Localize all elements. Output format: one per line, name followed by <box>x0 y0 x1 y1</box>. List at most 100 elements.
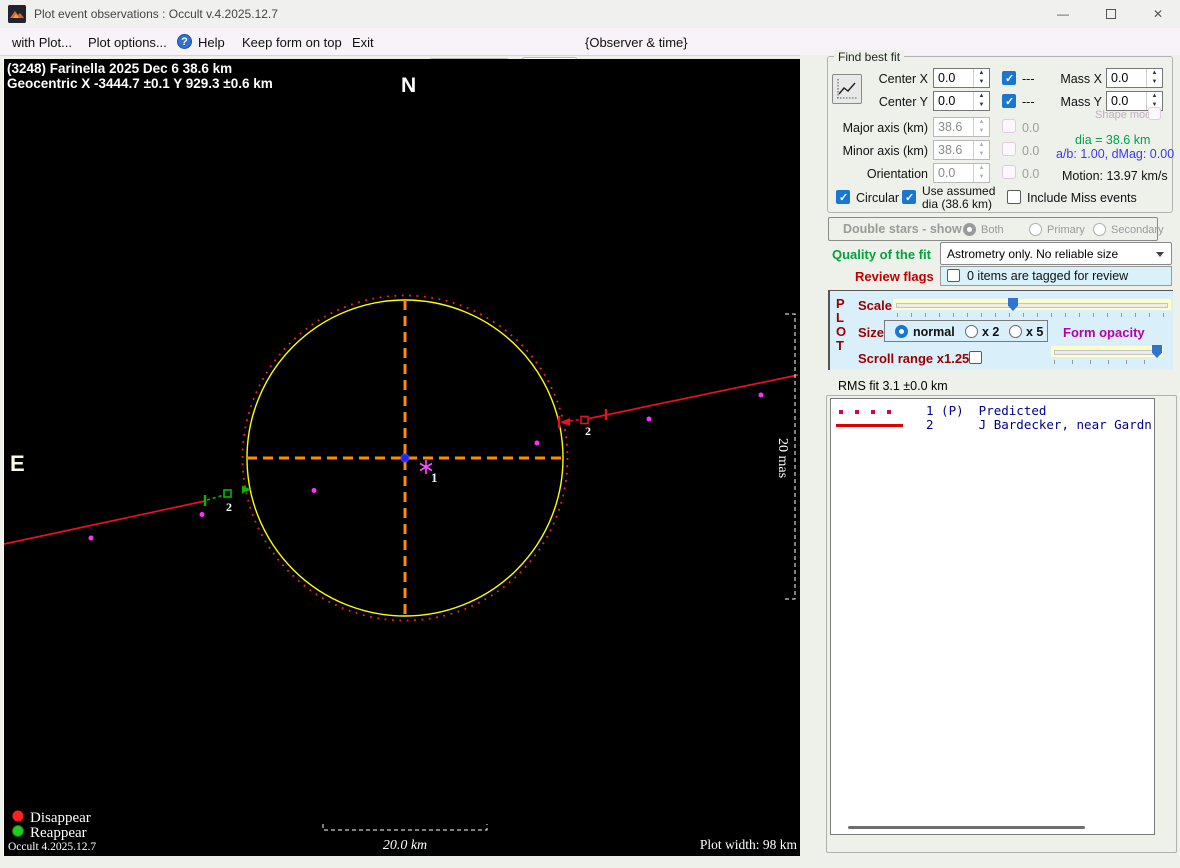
menu-help[interactable]: Help <box>198 35 225 50</box>
form-opacity-ticks <box>1054 360 1162 364</box>
occultation-plot: 1 2 2 20 mas 20.0 km (3248) Farinella 20… <box>4 61 799 853</box>
form-opacity-label: Form opacity <box>1063 325 1145 340</box>
observed-line-swatch <box>836 424 903 427</box>
mass-y-label: Mass Y <box>1060 95 1102 109</box>
observer-list[interactable]: 1 (P) Predicted 2 J Bardecker, near Gard… <box>830 398 1155 835</box>
mass-x-updown[interactable]: ▲ ▼ <box>1146 69 1162 87</box>
find-best-fit-label: Find best fit <box>834 50 905 64</box>
orientation-checkbox <box>1002 165 1016 179</box>
window-title: Plot event observations : Occult v.4.202… <box>34 7 278 21</box>
orientation-label: Orientation <box>866 167 928 181</box>
form-opacity-slider-thumb[interactable] <box>1152 345 1162 358</box>
close-button[interactable]: ✕ <box>1135 0 1180 28</box>
ab-dmag-label: a/b: 1.00, dMag: 0.00 <box>1056 147 1175 161</box>
dia-label: dia = 38.6 km <box>1075 133 1151 147</box>
scale-slider-thumb[interactable] <box>1008 298 1018 311</box>
center-x-spinner[interactable]: 0.0 ▲ ▼ <box>933 68 990 88</box>
circular-checkbox[interactable] <box>836 190 850 204</box>
quality-label: Quality of the fit <box>832 247 931 262</box>
menu-bar: with Plot... Plot options... ? Help Keep… <box>0 28 1180 82</box>
plot-version: Occult 4.2025.12.7 <box>8 841 96 853</box>
review-flags-label: Review flags <box>855 269 934 284</box>
chevron-down-icon <box>1156 252 1164 257</box>
reappear-dot-icon <box>12 825 24 837</box>
plot-letter-o: O <box>836 324 847 339</box>
include-miss-checkbox[interactable] <box>1007 190 1021 204</box>
center-y-suffix: --- <box>1022 95 1035 109</box>
center-y-spinner[interactable]: 0.0 ▲ ▼ <box>933 91 990 111</box>
chord2-disappear-marker <box>557 409 608 428</box>
form-opacity-slider[interactable] <box>1051 345 1163 358</box>
size-normal-radio[interactable] <box>895 325 908 338</box>
mas-scale-label: 20 mas <box>775 438 790 478</box>
down-arrow-icon[interactable]: ▼ <box>974 101 989 110</box>
size-x5-radio[interactable] <box>1009 325 1022 338</box>
legend-disappear: Disappear <box>30 810 91 826</box>
compass-north-label: N <box>401 74 416 97</box>
menu-plot-options[interactable]: Plot options... <box>88 35 167 50</box>
observer-time-label: {Observer & time} <box>585 35 688 50</box>
center-x-suffix: --- <box>1022 72 1035 86</box>
scale-label: Scale <box>858 298 892 313</box>
major-axis-checkbox <box>1002 119 1016 133</box>
quality-select[interactable]: Astrometry only. No reliable size <box>940 242 1172 265</box>
maximize-button[interactable] <box>1088 0 1134 28</box>
orientation-aux: 0.0 <box>1022 167 1040 181</box>
plot-letter-p: P <box>836 296 845 311</box>
up-arrow-icon[interactable]: ▲ <box>1147 69 1162 78</box>
down-arrow-icon[interactable]: ▼ <box>974 78 989 87</box>
size-x5-label: x 5 <box>1026 325 1044 339</box>
double-both-radio <box>963 223 976 236</box>
orientation-spinner: 0.0 ▲ ▼ <box>933 163 990 183</box>
predicted-line-swatch <box>839 410 903 414</box>
scale-slider-ticks <box>897 313 1169 317</box>
center-x-checkbox[interactable] <box>1002 71 1016 85</box>
up-arrow-icon[interactable]: ▲ <box>974 69 989 78</box>
center-y-updown[interactable]: ▲ ▼ <box>973 92 989 110</box>
scroll-range-checkbox[interactable] <box>969 351 982 364</box>
use-assumed-label2: dia (38.6 km) <box>922 197 993 211</box>
center-y-checkbox[interactable] <box>1002 94 1016 108</box>
double-stars-group: Double stars - show Both Primary Seconda… <box>828 217 1164 241</box>
minimize-button[interactable]: — <box>1040 0 1086 28</box>
major-axis-spinner: 38.6 ▲ ▼ <box>933 117 990 137</box>
horizontal-scrollbar-thumb[interactable] <box>848 826 1085 829</box>
up-arrow-icon[interactable]: ▲ <box>1147 92 1162 101</box>
list-item[interactable]: 1 (P) Predicted <box>831 403 1154 418</box>
down-arrow-icon[interactable]: ▼ <box>1147 78 1162 87</box>
legend-reappear: Reappear <box>30 825 87 841</box>
help-icon[interactable]: ? <box>177 34 192 49</box>
fit-graph-icon <box>837 79 858 99</box>
major-axis-aux: 0.0 <box>1022 121 1040 135</box>
center-x-updown[interactable]: ▲ ▼ <box>973 69 989 87</box>
plot-width-label: Plot width: 98 km <box>700 837 798 852</box>
size-x2-radio[interactable] <box>965 325 978 338</box>
center-point <box>400 453 410 463</box>
review-flags-text: 0 items are tagged for review <box>967 269 1129 283</box>
chord2-left-label: 2 <box>226 500 232 514</box>
use-assumed-checkbox[interactable] <box>902 190 916 204</box>
chord1-label: 1 <box>431 470 438 485</box>
plot-canvas[interactable]: 1 2 2 20 mas 20.0 km (3248) Farinella 20… <box>3 59 800 856</box>
double-both-label: Both <box>981 224 1004 236</box>
menu-keep-on-top[interactable]: Keep form on top <box>242 35 342 50</box>
review-flags-checkbox[interactable] <box>947 269 960 282</box>
scale-slider[interactable] <box>893 298 1171 311</box>
scroll-range-label: Scroll range x1.25 <box>858 351 970 366</box>
mass-x-spinner[interactable]: 0.0 ▲ ▼ <box>1106 68 1163 88</box>
minor-axis-label: Minor axis (km) <box>842 144 928 158</box>
list-item[interactable]: 2 J Bardecker, near Gardn <box>831 417 1154 432</box>
center-y-label: Center Y <box>878 95 928 109</box>
center-x-label: Center X <box>878 72 928 86</box>
plot-letter-t: T <box>836 338 844 353</box>
minor-axis-aux: 0.0 <box>1022 144 1040 158</box>
circular-label: Circular <box>856 191 900 205</box>
km-scale-label: 20.0 km <box>383 838 427 853</box>
mass-x-label: Mass X <box>1060 72 1102 86</box>
shape-model-checkbox <box>1148 107 1161 120</box>
fit-graph-button[interactable] <box>832 74 862 104</box>
plot-title-line2: Geocentric X -3444.7 ±0.1 Y 929.3 ±0.6 k… <box>7 76 273 91</box>
menu-with-plot[interactable]: with Plot... <box>12 35 72 50</box>
menu-exit[interactable]: Exit <box>352 35 374 50</box>
up-arrow-icon[interactable]: ▲ <box>974 92 989 101</box>
